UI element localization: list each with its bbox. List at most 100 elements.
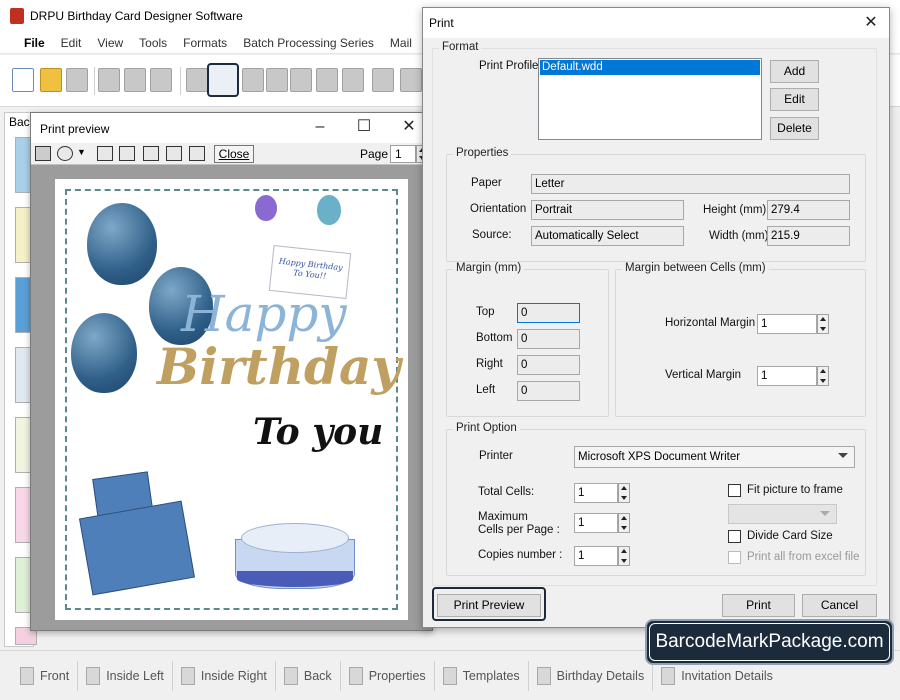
menu-formats[interactable]: Formats xyxy=(175,36,235,50)
printer-select-value: Microsoft XPS Document Writer xyxy=(578,451,741,463)
tab-back[interactable]: Back xyxy=(276,660,341,691)
edit-profile-button[interactable]: Edit xyxy=(770,88,819,111)
export-icon[interactable] xyxy=(150,68,172,92)
print-preview-highlight xyxy=(432,587,546,621)
chevron-down-icon xyxy=(838,453,848,458)
source-field: Automatically Select xyxy=(531,226,684,246)
max-cells-spinner[interactable] xyxy=(618,513,630,533)
save-icon[interactable] xyxy=(98,68,120,92)
book-icon[interactable] xyxy=(266,68,288,92)
page-icon xyxy=(180,666,195,685)
close-doc-icon[interactable] xyxy=(66,68,88,92)
delete-profile-button[interactable]: Delete xyxy=(770,117,819,140)
print-option-group-label: Print Option xyxy=(453,422,520,434)
menu-mail[interactable]: Mail xyxy=(382,36,420,50)
tab-label: Inside Left xyxy=(106,668,164,683)
tab-invitation-details[interactable]: Invitation Details xyxy=(653,661,781,691)
max-cells-label-line1: Maximum xyxy=(478,511,528,523)
card-text-to-you: To you xyxy=(253,411,384,453)
maximize-icon[interactable]: ☐ xyxy=(353,117,375,137)
tab-label: Front xyxy=(40,668,70,683)
margin-right-input[interactable]: 0 xyxy=(517,355,580,375)
add-image-icon[interactable] xyxy=(290,68,312,92)
card-text-happy: Happy xyxy=(181,285,347,343)
menu-file[interactable]: File xyxy=(16,36,53,50)
fit-mode-select[interactable] xyxy=(728,504,837,524)
height-field: 279.4 xyxy=(767,200,850,220)
add-profile-button[interactable]: Add xyxy=(770,60,819,83)
copies-spinner[interactable] xyxy=(618,546,630,566)
preview-titlebar: Print preview – ☐ ✕ xyxy=(31,113,432,143)
printer-icon[interactable] xyxy=(35,146,51,161)
horizontal-margin-input[interactable]: 1 xyxy=(757,314,817,334)
minimize-icon[interactable]: – xyxy=(309,117,331,137)
menu-view[interactable]: View xyxy=(89,36,131,50)
copies-label: Copies number : xyxy=(478,549,563,561)
divide-card-checkbox[interactable] xyxy=(728,530,741,543)
zoom-icon[interactable] xyxy=(57,146,73,161)
tab-templates[interactable]: Templates xyxy=(435,660,529,691)
margin-bottom-label: Bottom xyxy=(476,332,513,344)
total-cells-input[interactable]: 1 xyxy=(574,483,618,503)
cancel-button[interactable]: Cancel xyxy=(802,594,877,617)
horizontal-margin-spinner[interactable] xyxy=(817,314,829,334)
copy-icon[interactable] xyxy=(242,68,264,92)
margin-bottom-input[interactable]: 0 xyxy=(517,329,580,349)
print-button[interactable]: Print xyxy=(722,594,795,617)
paper-field: Letter xyxy=(531,174,850,194)
copies-input[interactable]: 1 xyxy=(574,546,618,566)
vertical-margin-spinner[interactable] xyxy=(817,366,829,386)
print-icon[interactable] xyxy=(207,63,239,97)
pen-icon[interactable] xyxy=(316,68,338,92)
dialog-titlebar: Print ✕ xyxy=(423,8,889,38)
tab-front[interactable]: Front xyxy=(12,660,79,691)
print-excel-checkbox[interactable] xyxy=(728,551,741,564)
profile-item[interactable]: Default.wdd xyxy=(540,60,760,75)
print-profile-list[interactable]: Default.wdd xyxy=(538,58,762,140)
close-icon[interactable]: ✕ xyxy=(860,13,882,33)
shape-icon[interactable] xyxy=(342,68,364,92)
menu-batch-processing[interactable]: Batch Processing Series xyxy=(235,36,382,50)
print-preview-window: Print preview – ☐ ✕ ▼ Close Page 1 Happy… xyxy=(30,112,433,631)
page-icon xyxy=(86,666,101,685)
three-pages-icon[interactable] xyxy=(143,146,159,161)
barcode-icon[interactable] xyxy=(400,68,422,92)
page-setup-icon[interactable] xyxy=(186,68,208,92)
fit-picture-checkbox[interactable] xyxy=(728,484,741,497)
tab-properties[interactable]: Properties xyxy=(341,660,435,691)
max-cells-input[interactable]: 1 xyxy=(574,513,618,533)
tab-inside-left[interactable]: Inside Left xyxy=(78,660,173,691)
menu-edit[interactable]: Edit xyxy=(53,36,90,50)
preview-close-button[interactable]: Close xyxy=(214,145,254,163)
tab-label: Inside Right xyxy=(200,668,267,683)
background-panel-label: Bac xyxy=(9,115,30,129)
orientation-field: Portrait xyxy=(531,200,684,220)
chevron-down-icon[interactable]: ▼ xyxy=(77,147,86,157)
save-as-icon[interactable] xyxy=(124,68,146,92)
printer-select[interactable]: Microsoft XPS Document Writer xyxy=(574,446,855,468)
close-icon[interactable]: ✕ xyxy=(398,117,420,137)
one-page-icon[interactable] xyxy=(97,146,113,161)
margin-group-label: Margin (mm) xyxy=(453,262,525,274)
print-profile-label: Print Profile xyxy=(479,60,539,72)
open-icon[interactable] xyxy=(40,68,62,92)
menu-tools[interactable]: Tools xyxy=(131,36,175,50)
margin-top-input[interactable]: 0 xyxy=(517,303,580,323)
margin-left-input[interactable]: 0 xyxy=(517,381,580,401)
fit-picture-label: Fit picture to frame xyxy=(747,484,843,496)
max-cells-label-line2: Cells per Page : xyxy=(478,524,560,536)
two-pages-icon[interactable] xyxy=(119,146,135,161)
total-cells-spinner[interactable] xyxy=(618,483,630,503)
page-icon xyxy=(283,666,298,685)
cake-top xyxy=(241,523,349,553)
tab-inside-right[interactable]: Inside Right xyxy=(173,660,276,691)
vertical-margin-input[interactable]: 1 xyxy=(757,366,817,386)
four-pages-icon[interactable] xyxy=(166,146,182,161)
six-pages-icon[interactable] xyxy=(189,146,205,161)
signature-icon[interactable] xyxy=(372,68,394,92)
tab-label: Birthday Details xyxy=(556,668,645,683)
tab-birthday-details[interactable]: Birthday Details xyxy=(529,660,654,691)
total-cells-label: Total Cells: xyxy=(478,486,535,498)
page-input[interactable]: 1 xyxy=(390,145,416,163)
new-icon[interactable] xyxy=(12,68,34,92)
